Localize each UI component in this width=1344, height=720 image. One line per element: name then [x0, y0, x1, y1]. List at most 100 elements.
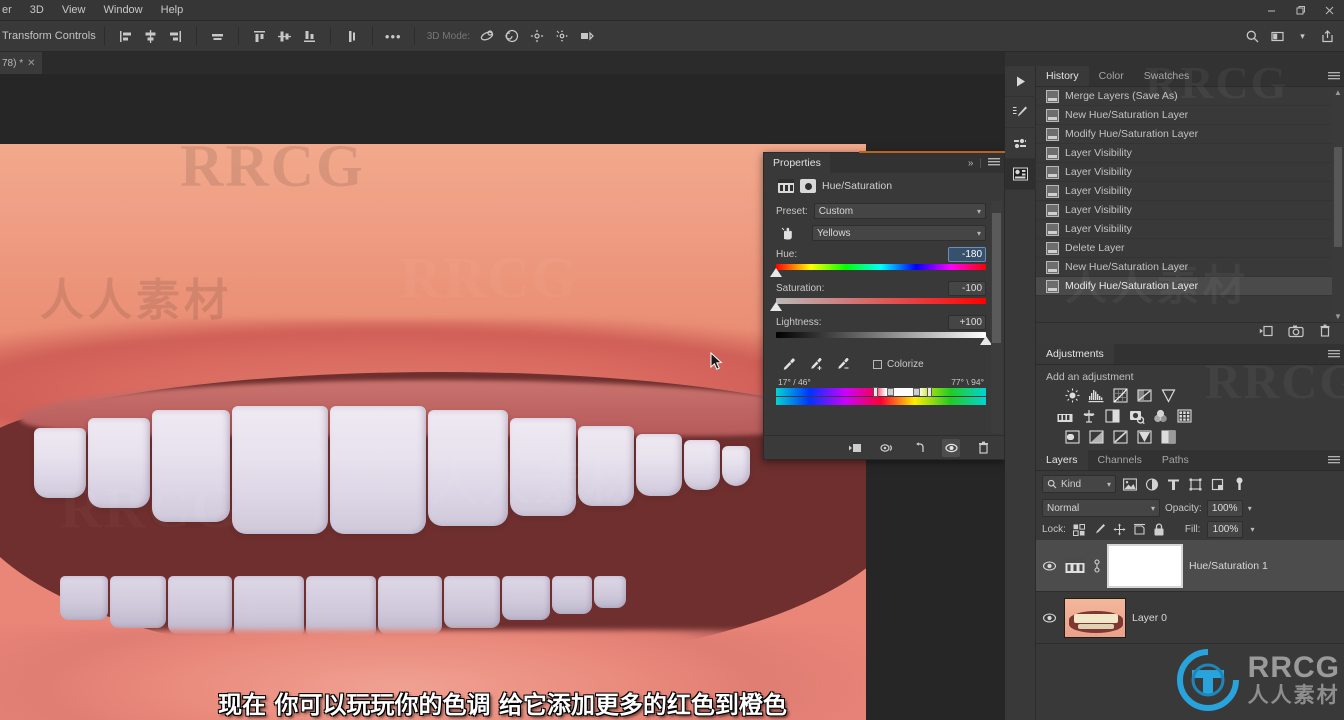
properties-rail-icon[interactable]	[1005, 159, 1036, 190]
delete-icon[interactable]	[974, 439, 992, 457]
channel-mixer-icon[interactable]	[1152, 408, 1169, 424]
filter-toggle-icon[interactable]	[1231, 476, 1248, 493]
panel-menu-icon[interactable]	[988, 157, 1000, 170]
scroll-up-icon[interactable]: ▲	[1332, 87, 1344, 98]
eyedropper-subtract-icon[interactable]	[836, 357, 850, 371]
blend-mode-select[interactable]: Normal ▾	[1042, 499, 1160, 517]
menu-item-3d[interactable]: 3D	[21, 0, 53, 21]
layer-mask-thumbnail[interactable]	[1107, 543, 1183, 588]
vibrance-icon[interactable]	[1160, 387, 1177, 403]
workspace-icon[interactable]	[1267, 26, 1288, 47]
black-white-icon[interactable]	[1104, 408, 1121, 424]
hue-saturation-icon[interactable]	[1056, 408, 1073, 424]
history-item[interactable]: New Hue/Saturation Layer	[1036, 258, 1344, 277]
align-top-edges-icon[interactable]	[249, 26, 270, 47]
roll-3d-icon[interactable]	[501, 26, 522, 47]
chevron-down-icon[interactable]: ▾	[1250, 525, 1254, 534]
tab-history[interactable]: History	[1036, 66, 1089, 86]
layer-thumbnail[interactable]	[1064, 597, 1126, 638]
history-item[interactable]: Modify Hue/Saturation Layer	[1036, 277, 1344, 296]
tab-properties[interactable]: Properties	[764, 153, 830, 173]
create-document-from-state-icon[interactable]	[1259, 324, 1274, 343]
adjustment-layers-filter-icon[interactable]	[1143, 476, 1160, 493]
align-vertical-centers-icon[interactable]	[274, 26, 295, 47]
threshold-icon[interactable]	[1112, 429, 1129, 445]
tab-adjustments[interactable]: Adjustments	[1036, 344, 1114, 364]
color-range-selection[interactable]	[872, 388, 932, 396]
document-tab[interactable]: 78) * ✕	[0, 52, 42, 74]
menu-item-help[interactable]: Help	[152, 0, 193, 21]
selective-color-icon[interactable]	[1160, 429, 1177, 445]
pan-3d-icon[interactable]	[526, 26, 547, 47]
preset-select[interactable]: Custom ▾	[813, 203, 986, 219]
history-item[interactable]: Layer Visibility	[1036, 163, 1344, 182]
tab-color[interactable]: Color	[1089, 66, 1134, 86]
tab-channels[interactable]: Channels	[1088, 450, 1152, 470]
range-handle-right[interactable]	[927, 387, 933, 397]
layer-row-layer-0[interactable]: Layer 0	[1036, 592, 1344, 644]
exposure-icon[interactable]	[1136, 387, 1153, 403]
history-item[interactable]: Layer Visibility	[1036, 220, 1344, 239]
history-item[interactable]: Modify Hue/Saturation Layer	[1036, 125, 1344, 144]
minimize-button[interactable]	[1257, 0, 1286, 21]
range-handle-left[interactable]	[872, 387, 878, 397]
properties-scrollbar[interactable]	[991, 201, 1002, 433]
maximize-button[interactable]	[1286, 0, 1315, 21]
layer-row-hue-saturation[interactable]: Hue/Saturation 1	[1036, 540, 1344, 592]
close-icon[interactable]: ✕	[27, 58, 35, 69]
play-icon[interactable]	[1005, 66, 1036, 97]
history-scrollbar[interactable]: ▲ ▼	[1332, 87, 1344, 322]
invert-icon[interactable]	[1064, 429, 1081, 445]
tab-swatches[interactable]: Swatches	[1134, 66, 1200, 86]
chevron-down-icon[interactable]: ▾	[1292, 26, 1313, 47]
toggle-visibility-icon[interactable]	[942, 438, 960, 457]
clip-to-layer-icon[interactable]	[846, 439, 864, 457]
history-item[interactable]: Layer Visibility	[1036, 144, 1344, 163]
menu-item-window[interactable]: Window	[95, 0, 152, 21]
saturation-slider-track[interactable]	[770, 298, 986, 311]
saturation-slider-knob[interactable]	[770, 302, 782, 311]
layer-visibility-icon[interactable]	[1040, 612, 1058, 624]
lightness-value-input[interactable]: +100	[948, 315, 986, 330]
layer-mask-link-icon[interactable]	[1092, 557, 1101, 575]
history-item[interactable]: Layer Visibility	[1036, 201, 1344, 220]
eyedropper-add-icon[interactable]	[809, 357, 823, 371]
lock-artboard-icon[interactable]	[1133, 523, 1146, 536]
range-slider-right[interactable]	[912, 388, 920, 396]
shape-layers-filter-icon[interactable]	[1187, 476, 1204, 493]
levels-icon[interactable]	[1088, 387, 1105, 403]
align-horizontal-centers-icon[interactable]	[140, 26, 161, 47]
delete-state-icon[interactable]	[1318, 324, 1332, 343]
panel-menu-icon[interactable]	[1327, 70, 1340, 82]
targeted-adjustment-icon[interactable]	[776, 226, 798, 241]
share-icon[interactable]	[1317, 26, 1338, 47]
brush-presets-icon[interactable]	[1005, 97, 1036, 128]
view-previous-state-icon[interactable]	[878, 439, 896, 457]
panel-menu-icon[interactable]	[1327, 454, 1340, 466]
menu-item-view[interactable]: View	[53, 0, 95, 21]
expand-panel-icon[interactable]: »	[968, 158, 974, 169]
hue-value-input[interactable]: -180	[948, 247, 986, 262]
lock-position-icon[interactable]	[1113, 523, 1126, 536]
color-lookup-icon[interactable]	[1176, 408, 1193, 424]
distribute-horizontally-icon[interactable]	[207, 26, 228, 47]
align-bottom-edges-icon[interactable]	[299, 26, 320, 47]
scale-3d-icon[interactable]	[576, 26, 597, 47]
layer-kind-filter[interactable]: Kind ▾	[1042, 475, 1116, 493]
gradient-map-icon[interactable]	[1136, 429, 1153, 445]
history-item[interactable]: Merge Layers (Save As)	[1036, 87, 1344, 106]
fill-value-input[interactable]: 100%	[1207, 521, 1244, 538]
range-slider-left[interactable]	[887, 388, 895, 396]
type-layers-filter-icon[interactable]	[1165, 476, 1182, 493]
opacity-value-input[interactable]: 100%	[1206, 499, 1243, 517]
history-scroll-thumb[interactable]	[1334, 147, 1342, 247]
tab-paths[interactable]: Paths	[1152, 450, 1199, 470]
adjustments-rail-icon[interactable]	[1005, 128, 1036, 159]
lock-all-icon[interactable]	[1153, 523, 1166, 536]
hue-slider-knob[interactable]	[770, 268, 782, 277]
distribute-vertically-icon[interactable]	[341, 26, 362, 47]
curves-icon[interactable]	[1112, 387, 1129, 403]
align-right-edges-icon[interactable]	[165, 26, 186, 47]
create-snapshot-icon[interactable]	[1288, 324, 1304, 343]
chevron-down-icon[interactable]: ▾	[1248, 504, 1252, 513]
